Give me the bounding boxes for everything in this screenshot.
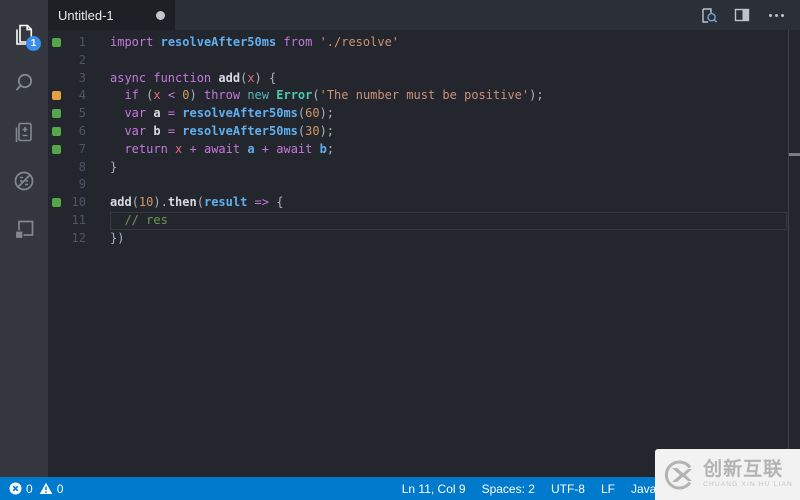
encoding-setting[interactable]: UTF-8 — [551, 482, 585, 496]
code-text: add(10).then(result => { — [110, 195, 284, 210]
explorer-badge: 1 — [26, 36, 41, 51]
code-line[interactable]: 4 if (x < 0) throw new Error('The number… — [48, 87, 800, 105]
cursor-position[interactable]: Ln 11, Col 9 — [402, 482, 466, 496]
editor-actions — [698, 0, 800, 30]
tab-title: Untitled-1 — [58, 7, 114, 23]
gutter-marker-orange — [52, 91, 61, 101]
activity-bar: 1 — [0, 0, 48, 477]
eol-setting[interactable]: LF — [601, 482, 615, 496]
code-text: import resolveAfter50ms from './resolve' — [110, 35, 400, 49]
code-line[interactable]: 6 var b = resolveAfter50ms(30); — [48, 123, 800, 141]
gutter-marker-green — [52, 38, 61, 47]
code-text: async function add(x) { — [110, 70, 277, 85]
sidebar-item-extensions[interactable] — [0, 205, 48, 254]
source-control-icon — [11, 119, 37, 145]
open-preview-icon[interactable] — [698, 5, 718, 25]
status-bar-right: Ln 11, Col 9 Spaces: 2 UTF-8 LF JavaScri… — [402, 482, 687, 496]
line-number[interactable]: 8 — [48, 159, 86, 177]
watermark-cn-text: 创新互联 — [703, 459, 784, 481]
errors-count: 0 — [26, 481, 33, 496]
warnings-indicator[interactable]: 0 — [39, 481, 64, 496]
code-text: var a = resolveAfter50ms(60); — [124, 106, 335, 121]
code-text: return x + await a + await b; — [124, 141, 335, 156]
line-number[interactable]: 11 — [48, 212, 86, 230]
code-text: if (x < 0) throw new Error('The number m… — [124, 88, 544, 103]
gutter-marker-green — [52, 198, 61, 208]
code-line[interactable]: 8} — [48, 159, 800, 177]
code-text: }) — [110, 230, 125, 245]
line-number[interactable]: 3 — [48, 70, 86, 88]
sidebar-item-debug[interactable] — [0, 156, 48, 205]
watermark-badge: 创新互联 CHUANG XIN HU LIAN — [655, 449, 800, 500]
code-line[interactable]: 11 // res — [48, 212, 800, 230]
search-icon — [11, 70, 37, 96]
code-text: } — [110, 159, 118, 174]
vscode-window: 1 Untitled-1 1 import resolveAfter50ms f… — [0, 0, 800, 500]
scrollbar-track-border — [788, 30, 789, 477]
more-actions-icon[interactable] — [766, 5, 786, 25]
warnings-count: 0 — [56, 481, 64, 496]
line-number[interactable]: 2 — [48, 52, 86, 70]
code-line[interactable]: 2 — [48, 52, 800, 70]
debug-no-bug-icon — [11, 168, 37, 194]
tab-untitled-1[interactable]: Untitled-1 — [48, 0, 175, 30]
code-lines: 1 import resolveAfter50ms from './resolve… — [48, 34, 800, 248]
sidebar-item-explorer[interactable]: 1 — [0, 9, 48, 58]
tab-bar: Untitled-1 — [48, 0, 800, 30]
gutter-marker-green — [52, 126, 61, 136]
code-line[interactable]: 12}) — [48, 230, 800, 248]
code-text: // res — [110, 212, 787, 230]
warning-icon — [39, 482, 53, 495]
watermark-text: 创新互联 CHUANG XIN HU LIAN — [703, 460, 793, 489]
code-line[interactable]: 9 — [48, 176, 800, 194]
code-line[interactable]: 10 add(10).then(result => { — [48, 194, 800, 212]
problems-summary[interactable]: 0 0 — [0, 482, 63, 496]
sidebar-item-source-control[interactable] — [0, 107, 48, 156]
line-number[interactable]: 9 — [48, 176, 86, 194]
code-text: var b = resolveAfter50ms(30); — [124, 123, 335, 138]
code-line[interactable]: 3 async function add(x) { — [48, 70, 800, 88]
line-number[interactable]: 12 — [48, 230, 86, 248]
errors-indicator[interactable]: 0 — [9, 482, 33, 496]
error-icon — [9, 482, 22, 495]
extensions-icon — [11, 217, 37, 243]
gutter-marker-green — [52, 144, 61, 154]
editor-pane[interactable]: 1 import resolveAfter50ms from './resolve… — [48, 30, 800, 477]
code-line[interactable]: 1 import resolveAfter50ms from './resolve… — [48, 34, 800, 52]
code-line[interactable]: 7 return x + await a + await b; — [48, 141, 800, 159]
watermark-logo-icon — [662, 458, 696, 492]
split-editor-icon[interactable] — [732, 5, 752, 25]
overview-ruler-marker — [789, 153, 800, 156]
unsaved-changes-dot[interactable] — [156, 10, 165, 20]
watermark-en-text: CHUANG XIN HU LIAN — [703, 481, 793, 489]
sidebar-item-search[interactable] — [0, 58, 48, 107]
code-line[interactable]: 5 var a = resolveAfter50ms(60); — [48, 105, 800, 123]
indentation-setting[interactable]: Spaces: 2 — [482, 482, 535, 496]
gutter-marker-green — [52, 109, 61, 119]
